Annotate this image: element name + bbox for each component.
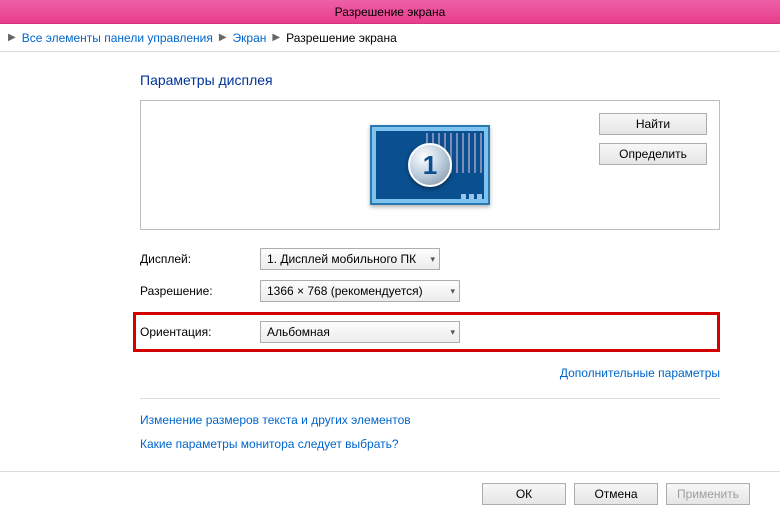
orientation-value: Альбомная: [267, 325, 330, 339]
breadcrumb-current: Разрешение экрана: [286, 24, 397, 52]
monitor-number-badge: 1: [408, 143, 452, 187]
page-heading: Параметры дисплея: [140, 72, 720, 88]
dialog-footer: ОК Отмена Применить: [0, 471, 780, 515]
advanced-settings-link[interactable]: Дополнительные параметры: [560, 366, 720, 380]
resolution-label: Разрешение:: [140, 284, 260, 298]
breadcrumb-display[interactable]: Экран: [233, 24, 267, 52]
text-size-link[interactable]: Изменение размеров текста и других элеме…: [140, 413, 720, 427]
monitor-preview-box: 1 Найти Определить: [140, 100, 720, 230]
chevron-down-icon: ▾: [450, 286, 455, 297]
which-monitor-link[interactable]: Какие параметры монитора следует выбрать…: [140, 437, 720, 451]
help-links-block: Изменение размеров текста и других элеме…: [140, 398, 720, 451]
display-row: Дисплей: 1. Дисплей мобильного ПК ▾: [140, 248, 720, 270]
ok-button[interactable]: ОК: [482, 483, 566, 505]
detect-button[interactable]: Определить: [599, 143, 707, 165]
cancel-button[interactable]: Отмена: [574, 483, 658, 505]
orientation-row-highlighted: Ориентация: Альбомная ▾: [133, 312, 720, 352]
breadcrumb-control-panel[interactable]: Все элементы панели управления: [22, 24, 213, 52]
window-titlebar: Разрешение экрана: [0, 0, 780, 24]
chevron-down-icon: ▾: [430, 254, 435, 265]
content-area: Параметры дисплея 1 Найти Определить Дис…: [0, 52, 780, 471]
chevron-right-icon: ▶: [8, 24, 16, 52]
display-value: 1. Дисплей мобильного ПК: [267, 252, 416, 266]
display-select[interactable]: 1. Дисплей мобильного ПК ▾: [260, 248, 440, 270]
chevron-right-icon: ▶: [272, 24, 280, 52]
resolution-value: 1366 × 768 (рекомендуется): [267, 284, 423, 298]
orientation-label: Ориентация:: [140, 325, 260, 339]
resolution-select[interactable]: 1366 × 768 (рекомендуется) ▾: [260, 280, 460, 302]
chevron-down-icon: ▾: [450, 327, 455, 338]
find-button[interactable]: Найти: [599, 113, 707, 135]
advanced-link-row: Дополнительные параметры: [140, 366, 720, 380]
monitor-tray-icon: [461, 194, 482, 199]
display-label: Дисплей:: [140, 252, 260, 266]
orientation-select[interactable]: Альбомная ▾: [260, 321, 460, 343]
monitor-icon[interactable]: 1: [370, 125, 490, 205]
window-title: Разрешение экрана: [335, 5, 446, 19]
resolution-row: Разрешение: 1366 × 768 (рекомендуется) ▾: [140, 280, 720, 302]
apply-button: Применить: [666, 483, 750, 505]
chevron-right-icon: ▶: [219, 24, 227, 52]
preview-buttons: Найти Определить: [599, 113, 707, 165]
breadcrumb: ▶ Все элементы панели управления ▶ Экран…: [0, 24, 780, 52]
